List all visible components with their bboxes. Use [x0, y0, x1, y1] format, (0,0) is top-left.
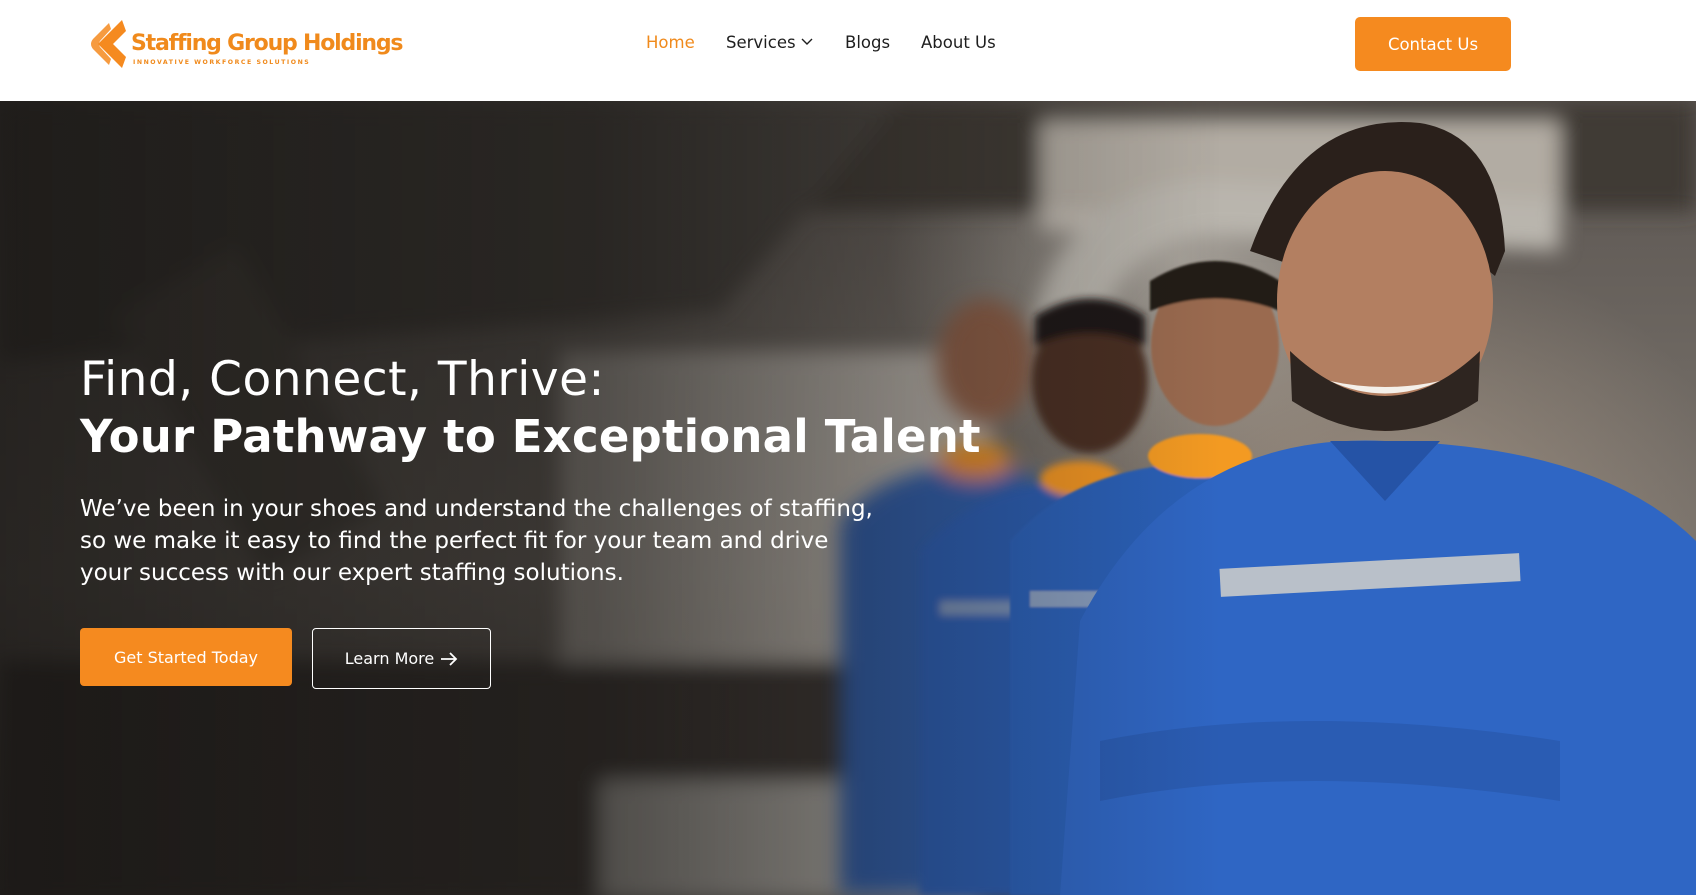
logo-chevron-icon — [89, 17, 129, 71]
nav-item-services[interactable]: Services — [726, 31, 814, 55]
logo-tagline: INNOVATIVE WORKFORCE SOLUTIONS — [133, 59, 311, 66]
nav-item-home[interactable]: Home — [646, 31, 695, 55]
site-logo[interactable]: Staffing Group Holdings INNOVATIVE WORKF… — [89, 17, 404, 71]
hero-title-line2: Your Pathway to Exceptional Talent — [80, 410, 981, 463]
learn-more-label: Learn More — [344, 649, 435, 668]
nav-item-services-label: Services — [726, 33, 796, 52]
hero-section: Find, Connect, Thrive: Your Pathway to E… — [0, 101, 1696, 895]
hero-title-line1: Find, Connect, Thrive: — [80, 352, 605, 407]
get-started-button[interactable]: Get Started Today — [80, 628, 292, 686]
nav-item-about-us[interactable]: About Us — [921, 31, 996, 55]
learn-more-button[interactable]: Learn More — [312, 628, 491, 689]
logo-title: Staffing Group Holdings — [131, 31, 404, 56]
chevron-down-icon — [800, 31, 814, 55]
contact-us-button[interactable]: Contact Us — [1355, 17, 1511, 71]
arrow-right-icon — [440, 651, 458, 666]
site-header: Staffing Group Holdings INNOVATIVE WORKF… — [0, 0, 1696, 101]
nav-item-blogs[interactable]: Blogs — [845, 31, 890, 55]
hero-description: We’ve been in your shoes and understand … — [80, 496, 873, 586]
